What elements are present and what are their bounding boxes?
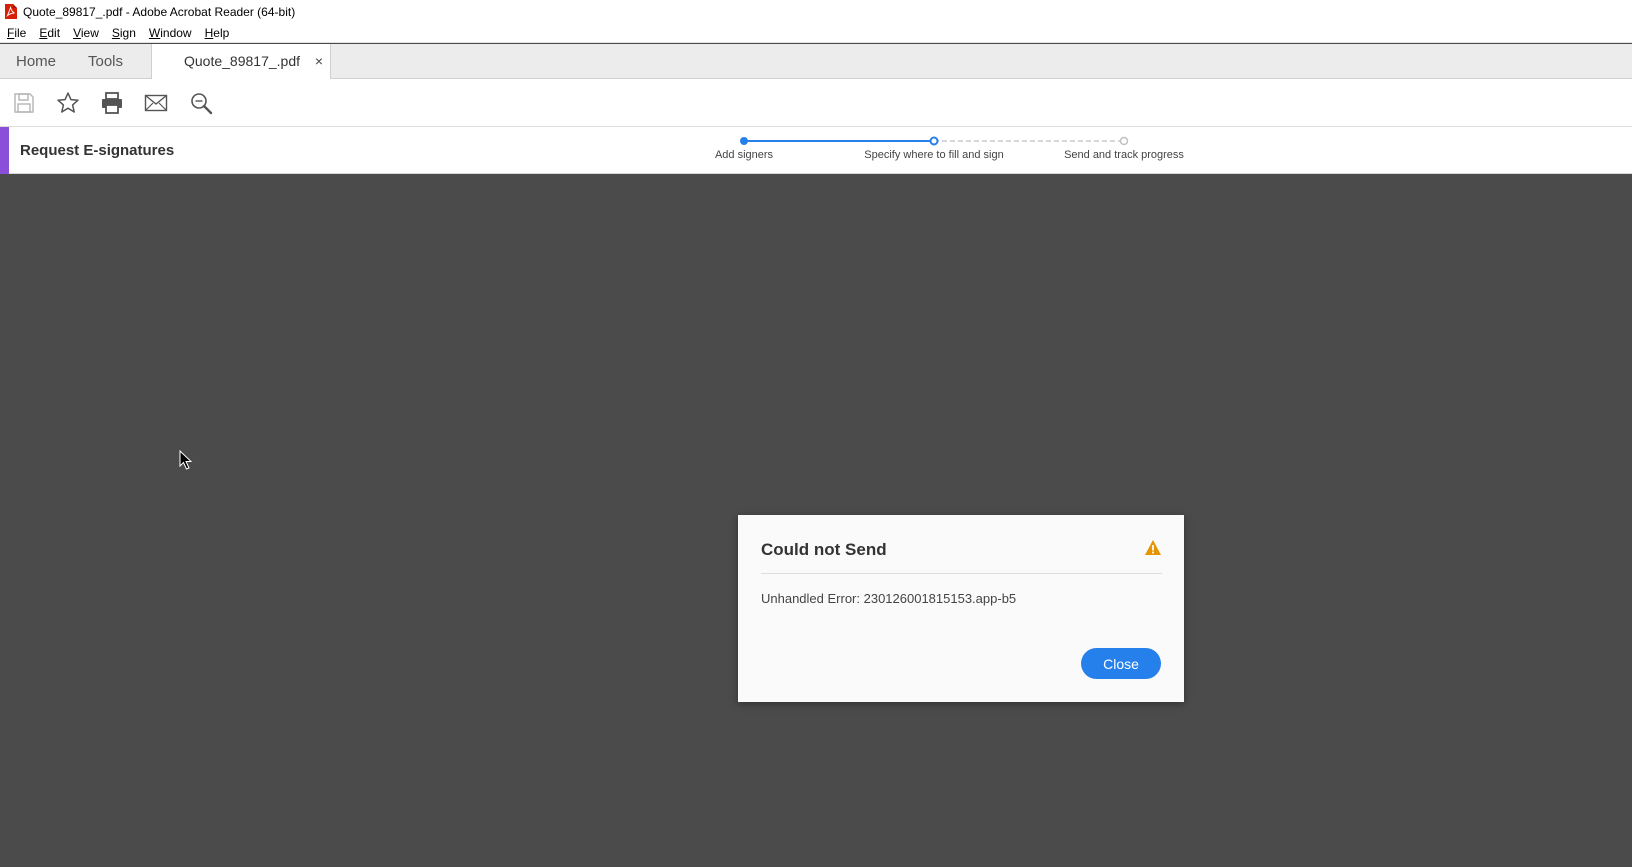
star-icon[interactable] (55, 90, 81, 116)
menu-view[interactable]: View (73, 26, 99, 40)
menu-window[interactable]: Window (149, 26, 192, 40)
step-add-signers[interactable]: Add signers (715, 149, 773, 161)
search-zoom-icon[interactable] (188, 90, 214, 116)
save-icon[interactable] (11, 90, 37, 116)
menu-bar: File Edit View Sign Window Help (0, 23, 1632, 43)
tab-home[interactable]: Home (16, 44, 56, 79)
acrobat-pdf-icon (5, 4, 17, 19)
warning-icon (1145, 540, 1161, 555)
progress-steps: Add signers Specify where to fill and si… (700, 127, 1200, 174)
title-bar: Quote_89817_.pdf - Adobe Acrobat Reader … (0, 0, 1632, 23)
esignature-title: Request E-signatures (20, 142, 175, 159)
step-specify-where[interactable]: Specify where to fill and sign (864, 149, 1003, 161)
menu-file[interactable]: File (7, 26, 26, 40)
step-send-track[interactable]: Send and track progress (1064, 149, 1184, 161)
tab-tools[interactable]: Tools (88, 44, 123, 79)
tab-document[interactable]: Quote_89817_.pdf × (151, 44, 331, 79)
menu-help[interactable]: Help (205, 26, 230, 40)
menu-edit[interactable]: Edit (39, 26, 60, 40)
dialog-message: Unhandled Error: 230126001815153.app-b5 (761, 591, 1017, 606)
progress-track (740, 136, 1129, 146)
email-icon[interactable] (143, 90, 169, 116)
print-icon[interactable] (99, 90, 125, 116)
step-send-dot (1119, 136, 1129, 146)
document-tab-label: Quote_89817_.pdf (184, 53, 300, 69)
menu-sign[interactable]: Sign (112, 26, 136, 40)
close-tab-icon[interactable]: × (315, 44, 323, 78)
esignature-accent-bar (0, 127, 9, 174)
step-add-signers-dot (740, 137, 748, 145)
close-button[interactable]: Close (1081, 648, 1161, 679)
quick-tools-toolbar (0, 79, 1632, 127)
step-specify-dot (929, 136, 939, 146)
esignature-bar: Request E-signatures Add signers Specify… (0, 127, 1632, 174)
dialog-divider (761, 573, 1162, 574)
mouse-cursor-icon (179, 450, 193, 470)
window-title: Quote_89817_.pdf - Adobe Acrobat Reader … (23, 4, 296, 19)
error-dialog: Could not Send Unhandled Error: 23012600… (738, 515, 1184, 702)
tab-bar: Home Tools Quote_89817_.pdf × (0, 44, 1632, 79)
dialog-title: Could not Send (761, 540, 887, 559)
